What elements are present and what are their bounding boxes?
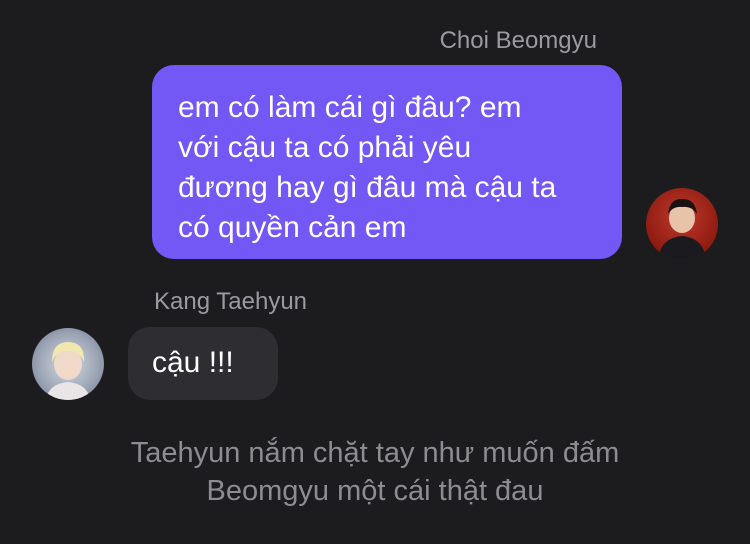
narration-line: Beomgyu một cái thật đau (206, 475, 544, 507)
narration-line: Taehyun nắm chặt tay như muốn đấm (130, 437, 620, 469)
message-line: với cậu ta có phải yêu (178, 131, 472, 164)
message-line: em có làm cái gì đâu? em (178, 91, 522, 124)
avatar-silhouette-icon (46, 342, 90, 400)
message-line: đương hay gì đâu mà cậu ta (178, 171, 557, 204)
avatar-silhouette-icon (658, 198, 706, 260)
sender-name-choi-beomgyu: Choi Beomgyu (439, 27, 597, 54)
narration-text: Taehyun nắm chặt tay như muốn đấm Beomgy… (0, 434, 750, 510)
message-line: có quyền cản em (178, 211, 407, 244)
message-bubble-incoming[interactable]: cậu !!! (128, 327, 278, 400)
avatar-photo-icon[interactable] (32, 328, 104, 400)
message-bubble-outgoing[interactable]: em có làm cái gì đâu? em với cậu ta có p… (152, 65, 622, 259)
avatar-photo-icon[interactable] (646, 188, 718, 260)
sender-name-kang-taehyun: Kang Taehyun (154, 288, 308, 315)
message-line: cậu !!! (152, 346, 234, 379)
